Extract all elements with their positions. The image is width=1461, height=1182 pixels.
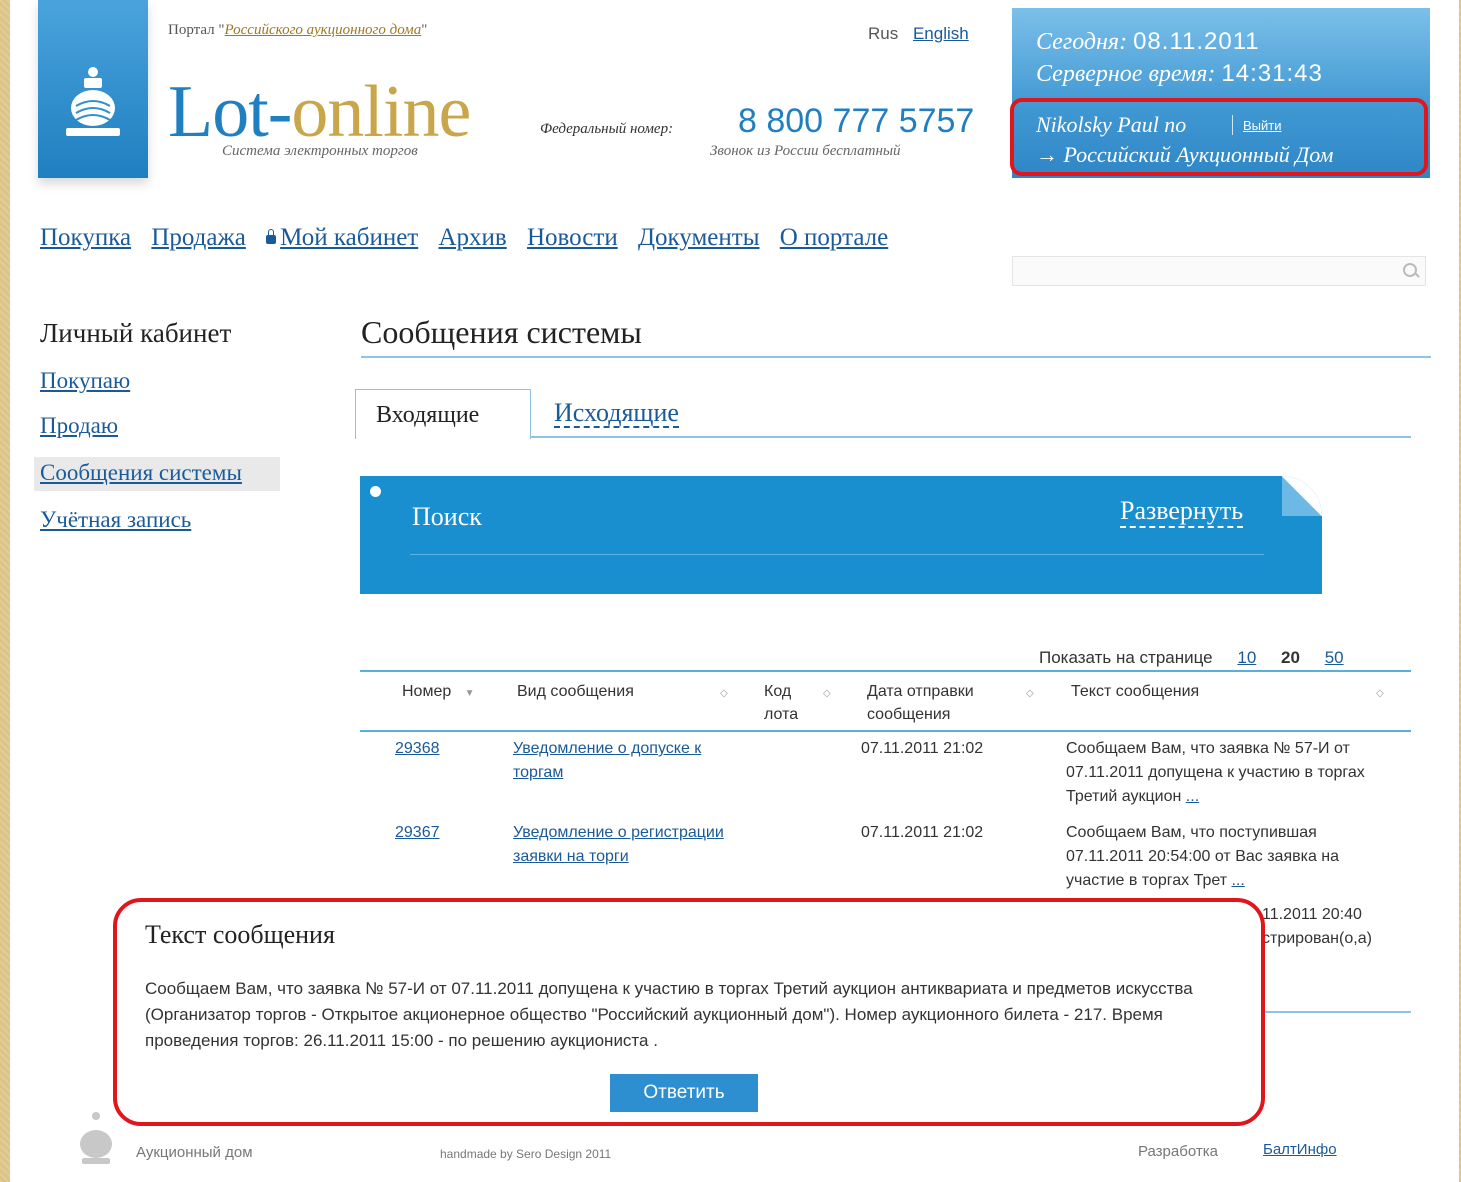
row-1-more-link[interactable]: ...	[1186, 788, 1199, 805]
sort-icon[interactable]: ◇	[720, 680, 728, 705]
date-label: Сегодня:	[1036, 29, 1128, 55]
footer-company: Аукционный дом	[136, 1144, 253, 1161]
logo-block[interactable]	[38, 0, 148, 178]
brand-part1: Lot-	[168, 71, 292, 153]
search-panel-divider	[410, 554, 1264, 555]
portal-line: Портал "Российского аукционного дома"	[168, 22, 427, 39]
nav-cabinet[interactable]: Мой кабинет	[280, 224, 418, 251]
search-icon[interactable]	[1403, 263, 1417, 277]
column-text-label: Текст сообщения	[1071, 683, 1200, 700]
time-value: 14:31:43	[1221, 60, 1323, 87]
time-label: Серверное время:	[1036, 61, 1216, 87]
message-popup: Текст сообщения Сообщаем Вам, что заявка…	[113, 898, 1265, 1126]
sort-icon[interactable]: ◇	[1026, 680, 1034, 705]
search-panel-title: Поиск	[412, 502, 482, 531]
nav-archive[interactable]: Архив	[438, 224, 506, 251]
server-time: Серверное время: 14:31:43	[1036, 60, 1323, 88]
row-2-number[interactable]: 29367	[395, 821, 440, 845]
column-lot-label: Код лота	[764, 683, 799, 723]
row-1-text-content: Сообщаем Вам, что заявка № 57-И от 07.11…	[1066, 740, 1365, 805]
page-size-20: 20	[1281, 648, 1300, 667]
popup-body: Сообщаем Вам, что заявка № 57-И от 07.11…	[145, 979, 1193, 1050]
page: Портал "Российского аукционного дома" Lo…	[10, 0, 1459, 1182]
table-top-rule	[360, 670, 1411, 672]
column-header-number[interactable]: Номер ▼	[402, 680, 475, 705]
sidebar-item-account[interactable]: Учётная запись	[40, 507, 191, 533]
tab-outbox[interactable]: Исходящие	[554, 400, 679, 428]
nav-news[interactable]: Новости	[527, 224, 618, 251]
page-title: Сообщения системы	[361, 314, 642, 350]
search-panel: Поиск Развернуть	[360, 476, 1322, 594]
federal-number: 8 800 777 5757	[738, 102, 975, 140]
column-header-date[interactable]: Дата отправки сообщения	[867, 680, 1007, 726]
sidebar-title: Личный кабинет	[40, 318, 232, 348]
sidebar-item-selling[interactable]: Продаю	[40, 413, 118, 439]
top-nav: Покупка Продажа Мой кабинет Архив Новост…	[40, 224, 902, 252]
portal-prefix: Портал "	[168, 22, 225, 38]
footer-dev-link[interactable]: БалтИнфо	[1263, 1141, 1337, 1158]
expand-search-link[interactable]: Развернуть	[1120, 496, 1244, 528]
sidebar-item-buying[interactable]: Покупаю	[40, 368, 130, 394]
column-header-type[interactable]: Вид сообщения	[517, 680, 634, 703]
brand-part2: online	[291, 71, 471, 153]
nav-documents[interactable]: Документы	[638, 224, 760, 251]
table-header-rule	[360, 730, 1411, 732]
bullet-icon	[370, 486, 381, 497]
row-2-date: 07.11.2011 21:02	[861, 824, 984, 841]
footer-logo-icon	[80, 1112, 112, 1164]
portal-link[interactable]: Российского аукционного дома	[225, 22, 422, 38]
row-2-text: Сообщаем Вам, что поступившая 07.11.2011…	[1066, 821, 1396, 893]
date-value: 08.11.2011	[1133, 28, 1260, 55]
row-1-type[interactable]: Уведомление о допуске к торгам	[513, 737, 743, 785]
row-2-more-link[interactable]: ...	[1231, 872, 1244, 889]
row-1-text: Сообщаем Вам, что заявка № 57-И от 07.11…	[1066, 737, 1396, 809]
nav-buy[interactable]: Покупка	[40, 224, 131, 251]
column-number-label: Номер	[402, 683, 452, 700]
tab-divider	[531, 436, 1411, 438]
language-switch: Rus English	[868, 24, 969, 44]
reply-button[interactable]: Ответить	[610, 1074, 758, 1112]
page-size-50[interactable]: 50	[1325, 648, 1344, 667]
row-3-date-fragment: 11.2011 20:40	[1262, 906, 1362, 923]
footer-credit: handmade by Sero Design 2011	[440, 1147, 612, 1161]
lock-icon	[266, 229, 277, 244]
lang-english-link[interactable]: English	[913, 24, 969, 43]
page-size-label: Показать на странице	[1039, 648, 1213, 667]
tagline: Система электронных торгов	[222, 143, 418, 159]
page-size-10[interactable]: 10	[1237, 648, 1256, 667]
lang-current: Rus	[868, 24, 899, 43]
title-divider	[361, 356, 1431, 358]
row-1-date: 07.11.2011 21:02	[861, 740, 984, 757]
user-highlight-frame	[1010, 98, 1428, 176]
column-header-text[interactable]: Текст сообщения	[1071, 680, 1199, 703]
column-date-label: Дата отправки сообщения	[867, 683, 974, 723]
crown-emblem-icon	[66, 67, 120, 136]
sort-icon[interactable]: ◇	[1376, 680, 1384, 705]
sort-icon[interactable]: ◇	[823, 680, 831, 705]
sidebar-item-messages[interactable]: Сообщения системы	[40, 460, 242, 486]
row-1-number[interactable]: 29368	[395, 737, 440, 761]
nav-sell[interactable]: Продажа	[151, 224, 246, 251]
tab-inbox-label: Входящие	[376, 402, 480, 428]
nav-about[interactable]: О портале	[780, 224, 888, 251]
footer-dev-label: Разработка	[1138, 1143, 1218, 1160]
brand-logo[interactable]: Lot-online	[168, 71, 471, 153]
row-2-type[interactable]: Уведомление о регистрации заявки на торг…	[513, 821, 728, 869]
federal-number-label: Федеральный номер:	[540, 121, 674, 137]
portal-suffix: "	[421, 22, 428, 38]
site-search-input[interactable]	[1012, 256, 1426, 286]
popup-title: Текст сообщения	[145, 920, 335, 949]
column-header-lot[interactable]: Код лота	[764, 680, 804, 726]
row-3-text-fragment: стрирован(о,а)	[1262, 930, 1372, 947]
column-type-label: Вид сообщения	[517, 683, 634, 700]
row-2-text-content: Сообщаем Вам, что поступившая 07.11.2011…	[1066, 824, 1340, 889]
page-size-selector: Показать на странице 10 20 50	[1039, 648, 1344, 668]
federal-number-note: Звонок из России бесплатный	[710, 143, 901, 159]
panel-fold-corner	[1282, 476, 1322, 516]
today-date: Сегодня: 08.11.2011	[1036, 28, 1260, 56]
tab-inbox[interactable]: Входящие	[355, 389, 531, 439]
sort-desc-icon: ▼	[464, 688, 475, 699]
